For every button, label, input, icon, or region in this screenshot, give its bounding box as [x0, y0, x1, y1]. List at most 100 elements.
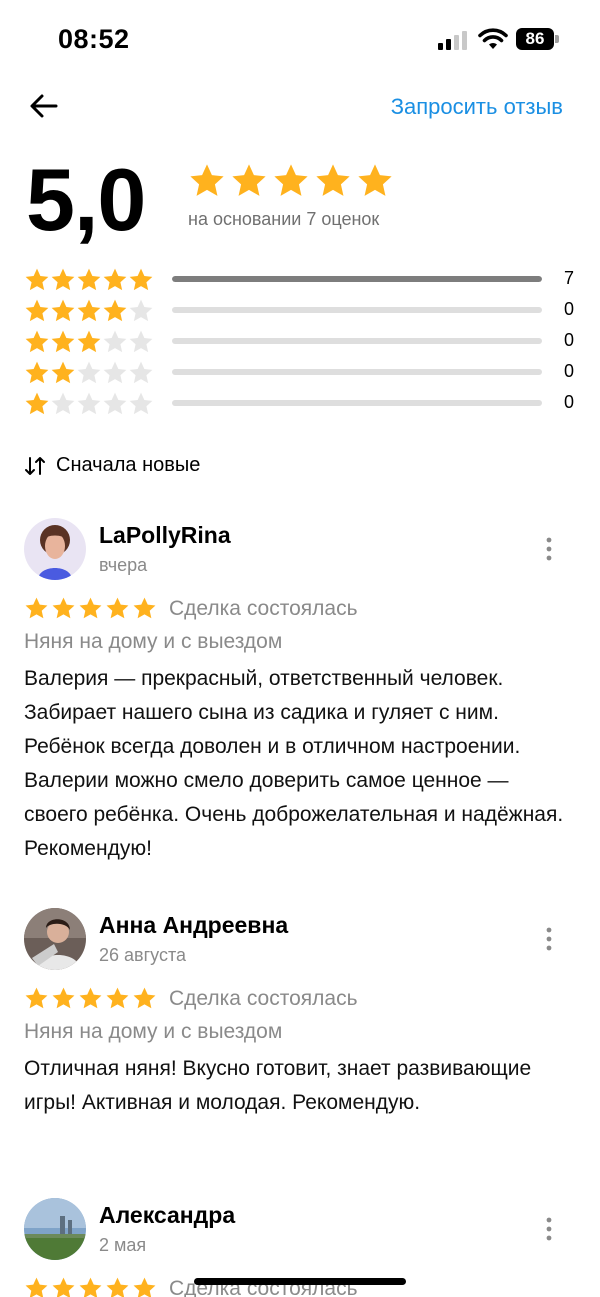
- histogram-stars: [24, 391, 172, 417]
- status-time: 08:52: [58, 24, 130, 54]
- star-icon: [77, 268, 101, 290]
- star-icon: [52, 597, 75, 619]
- deal-status: Сделка состоялась: [169, 596, 358, 620]
- histogram-row: 0: [24, 295, 576, 326]
- star-icon: [25, 1277, 48, 1297]
- avatar[interactable]: [24, 908, 86, 970]
- star-icon: [129, 299, 153, 321]
- review-rating-row: Сделка состоялась: [24, 986, 358, 1011]
- star-icon: [79, 987, 102, 1009]
- histogram-bar-fill: [172, 276, 542, 282]
- star-icon: [52, 1277, 75, 1297]
- battery-tip: [555, 35, 559, 43]
- ratings-count-note: на основании 7 оценок: [188, 209, 380, 229]
- star-icon: [103, 268, 127, 290]
- histogram-bar: [172, 400, 542, 406]
- summary-stars: [188, 162, 394, 200]
- histogram-count: 0: [563, 392, 574, 412]
- star-icon: [129, 361, 153, 383]
- review-service: Няня на дому и с выездом: [24, 630, 283, 653]
- star-icon: [77, 361, 101, 383]
- star-icon: [51, 361, 75, 383]
- star-icon: [103, 361, 127, 383]
- more-icon[interactable]: [544, 1216, 554, 1242]
- review-stars: [24, 596, 157, 621]
- review-date: 2 мая: [99, 1235, 147, 1255]
- review-author: LaPollyRina: [99, 522, 231, 548]
- sort-button[interactable]: Сначала новые: [24, 454, 200, 477]
- review-service: Няня на дому и с выездом: [24, 1020, 283, 1043]
- star-icon: [129, 392, 153, 414]
- star-icon: [129, 330, 153, 352]
- star-icon: [103, 330, 127, 352]
- star-icon: [25, 597, 48, 619]
- histogram-count: 0: [563, 330, 574, 350]
- star-icon: [51, 392, 75, 414]
- more-icon[interactable]: [544, 536, 554, 562]
- star-icon: [52, 987, 75, 1009]
- star-icon: [103, 299, 127, 321]
- histogram-stars: [24, 360, 172, 386]
- star-icon: [51, 299, 75, 321]
- star-icon: [79, 597, 102, 619]
- review-author: Александра: [99, 1202, 236, 1228]
- star-icon: [25, 268, 49, 290]
- review-rating-row: Сделка состоялась: [24, 596, 358, 621]
- star-icon: [316, 164, 350, 196]
- histogram-bar: [172, 276, 542, 282]
- star-icon: [25, 330, 49, 352]
- sort-icon: [25, 456, 45, 475]
- histogram-count: 0: [563, 299, 574, 319]
- star-icon: [129, 268, 153, 290]
- battery-level: 86: [516, 28, 554, 50]
- average-rating: 5,0: [26, 150, 146, 249]
- histogram-count: 0: [563, 361, 574, 381]
- review-stars: [24, 986, 157, 1011]
- rating-histogram: 7 0 0 0 0: [24, 264, 576, 419]
- star-icon: [274, 164, 308, 196]
- star-icon: [133, 597, 156, 619]
- histogram-stars: [24, 267, 172, 293]
- star-icon: [25, 299, 49, 321]
- deal-status: Сделка состоялась: [169, 986, 358, 1010]
- star-icon: [106, 987, 129, 1009]
- signal-icon: [438, 31, 467, 50]
- histogram-bar: [172, 307, 542, 313]
- star-icon: [133, 1277, 156, 1297]
- review-text: Отличная няня! Вкусно готовит, знает раз…: [24, 1057, 532, 1114]
- star-icon: [79, 1277, 102, 1297]
- request-review-link[interactable]: Запросить отзыв: [391, 94, 563, 120]
- review-author: Анна Андреевна: [99, 912, 289, 938]
- histogram-row: 0: [24, 388, 576, 419]
- star-icon: [51, 330, 75, 352]
- review-date: 26 августа: [99, 945, 187, 965]
- avatar[interactable]: [24, 518, 86, 580]
- histogram-row: 0: [24, 326, 576, 357]
- battery-icon: 86: [516, 28, 560, 50]
- review-date: вчера: [99, 555, 148, 575]
- star-icon: [133, 987, 156, 1009]
- star-icon: [25, 392, 49, 414]
- histogram-row: 7: [24, 264, 576, 295]
- histogram-stars: [24, 329, 172, 355]
- review-stars: [24, 1276, 157, 1297]
- star-icon: [103, 392, 127, 414]
- star-icon: [77, 392, 101, 414]
- star-icon: [25, 987, 48, 1009]
- more-icon[interactable]: [544, 926, 554, 952]
- histogram-bar: [172, 369, 542, 375]
- star-icon: [232, 164, 266, 196]
- avatar[interactable]: [24, 1198, 86, 1260]
- back-arrow-icon[interactable]: [26, 88, 62, 124]
- star-icon: [106, 597, 129, 619]
- histogram-stars: [24, 298, 172, 324]
- star-icon: [25, 361, 49, 383]
- star-icon: [106, 1277, 129, 1297]
- wifi-icon: [478, 28, 508, 49]
- star-icon: [51, 268, 75, 290]
- histogram-count: 7: [563, 268, 574, 288]
- star-icon: [190, 164, 224, 196]
- sort-label: Сначала новые: [56, 454, 201, 476]
- status-bar: 08:52 86: [0, 0, 600, 80]
- star-icon: [77, 330, 101, 352]
